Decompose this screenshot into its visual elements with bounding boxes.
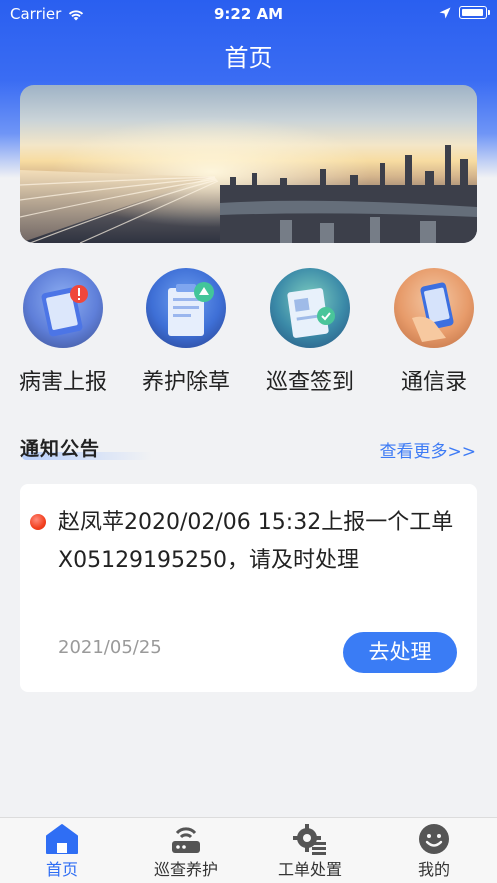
tab-mine[interactable]: 我的 [372,822,496,880]
tab-home[interactable]: 首页 [0,822,124,880]
tab-label: 工单处置 [277,860,342,879]
page-title: 首页 [224,44,273,72]
battery-icon [459,6,490,19]
clipboard-icon [146,268,226,348]
tab-label: 首页 [45,860,78,879]
gear-list-icon [293,824,326,855]
phone-hand-icon [394,268,474,348]
home-icon [46,824,78,854]
view-more-link[interactable]: 查看更多>> [380,437,477,462]
status-bar: Carrier 9:22 AM [0,0,497,28]
clock: 9:22 AM [213,5,284,23]
quick-action-contacts[interactable]: 通信录 [372,268,496,398]
notice-card: 赵凤苹2020/02/06 15:32上报一个工单X05129195250，请及… [20,484,477,692]
quick-action-maintenance[interactable]: 养护除草 [124,268,248,398]
handle-button[interactable]: 去处理 [343,632,457,673]
tab-label: 巡查养护 [153,860,218,879]
section-title: 通知公告 [20,438,101,460]
tab-label: 我的 [417,860,450,879]
city-skyline-image [20,85,477,243]
unread-dot-icon [30,514,46,530]
tab-patrol[interactable]: 巡查养护 [124,822,248,880]
quick-action-label: 通信录 [400,370,467,395]
location-arrow-icon [439,7,451,18]
quick-action-label: 养护除草 [141,370,230,395]
tablet-alert-icon [23,268,103,348]
checkin-clipboard-icon [270,268,350,348]
quick-action-label: 病害上报 [18,370,107,395]
quick-action-report[interactable]: 病害上报 [1,268,125,398]
router-icon [172,827,200,853]
quick-action-checkin[interactable]: 巡查签到 [248,268,372,398]
quick-action-label: 巡查签到 [265,370,354,395]
notice-date: 2021/05/25 [58,637,162,658]
tab-workorder[interactable]: 工单处置 [248,822,372,880]
smiley-icon [419,824,449,854]
tab-bar: 首页 巡查养护 工单处置 我的 [0,817,497,883]
banner-image[interactable] [20,85,477,243]
notice-text: 赵凤苹2020/02/06 15:32上报一个工单X05129195250，请及… [58,510,454,573]
